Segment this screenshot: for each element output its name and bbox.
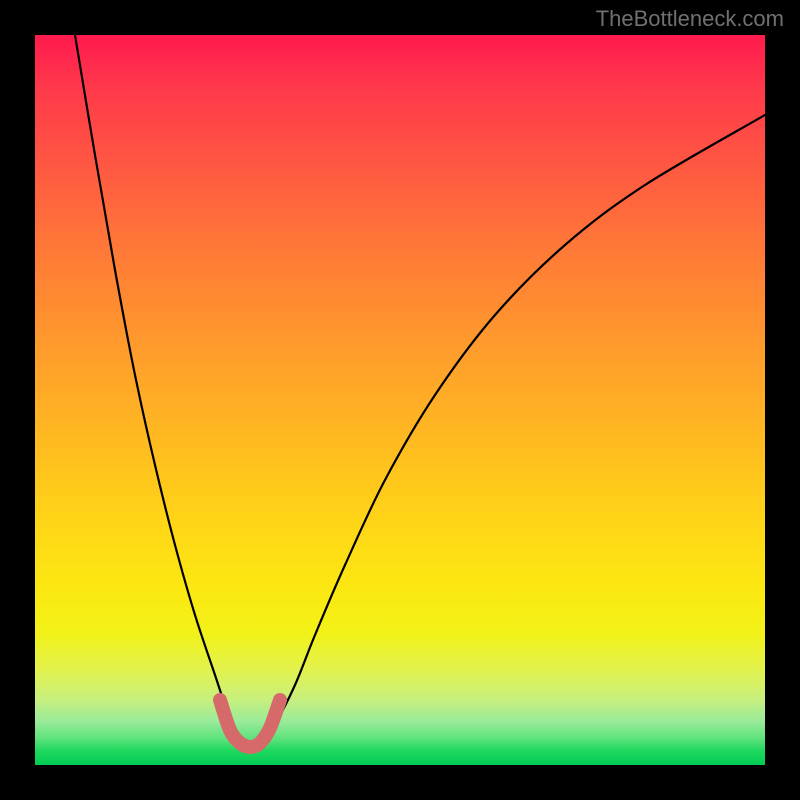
watermark-text: TheBottleneck.com — [596, 6, 784, 32]
minimum-highlight — [220, 700, 280, 747]
plot-area — [35, 35, 765, 765]
curve-svg — [35, 35, 765, 765]
bottleneck-curve — [75, 35, 765, 747]
